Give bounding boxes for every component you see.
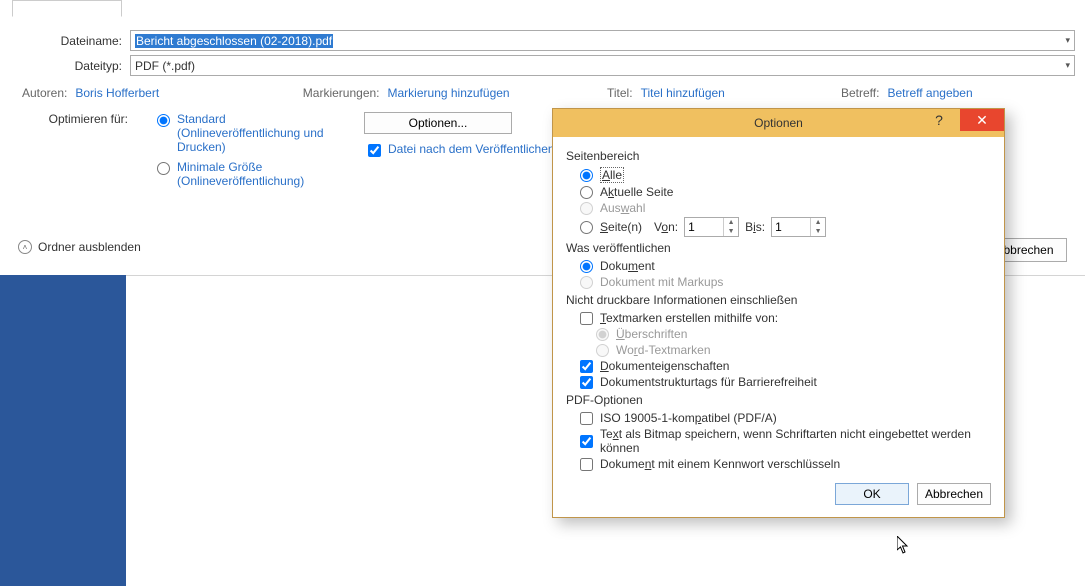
title-label: Titel: bbox=[607, 86, 633, 100]
pdfoptions-label: PDF-Optionen bbox=[566, 393, 991, 407]
pdf-encrypt-row[interactable]: Dokument mit einem Kennwort verschlüssel… bbox=[580, 457, 991, 471]
publish-label: Was veröffentlichen bbox=[566, 241, 991, 255]
pages-from-input[interactable] bbox=[685, 218, 723, 236]
filetype-label: Dateityp: bbox=[10, 59, 130, 73]
publish-document[interactable]: Dokument bbox=[580, 259, 991, 273]
bookmarks-headings-radio bbox=[596, 328, 609, 341]
structtags-checkbox-row[interactable]: Dokumentstrukturtags für Barrierefreihei… bbox=[580, 375, 991, 389]
publish-with-markup: Dokument mit Markups bbox=[580, 275, 991, 289]
pdf-bitmap-checkbox[interactable] bbox=[580, 435, 593, 448]
filename-combo[interactable]: Bericht abgeschlossen (02-2018).pdf ▾ bbox=[130, 30, 1075, 51]
tab-stub bbox=[12, 0, 122, 17]
filename-row: Dateiname: Bericht abgeschlossen (02-201… bbox=[10, 30, 1075, 51]
tags-value[interactable]: Markierung hinzufügen bbox=[388, 86, 510, 100]
optimize-standard[interactable]: Standard (Onlineveröffentlichung und Dru… bbox=[152, 112, 342, 154]
pdf-encrypt-checkbox[interactable] bbox=[580, 458, 593, 471]
close-button[interactable]: ✕ bbox=[960, 109, 1004, 131]
options-dialog-footer: OK Abbrechen bbox=[566, 483, 991, 505]
filetype-value: PDF (*.pdf) bbox=[135, 59, 195, 73]
pages-to-spin[interactable]: ▲▼ bbox=[771, 217, 826, 237]
filetype-row: Dateityp: PDF (*.pdf) ▾ bbox=[10, 55, 1075, 76]
publish-with-markup-radio bbox=[580, 276, 593, 289]
filetype-combo[interactable]: PDF (*.pdf) ▾ bbox=[130, 55, 1075, 76]
bookmarks-word: Word-Textmarken bbox=[596, 343, 991, 357]
ok-button[interactable]: OK bbox=[835, 483, 909, 505]
publish-document-radio[interactable] bbox=[580, 260, 593, 273]
nonprint-label: Nicht druckbare Informationen einschließ… bbox=[566, 293, 991, 307]
spin-down-icon[interactable]: ▼ bbox=[811, 227, 825, 236]
tags-label: Markierungen: bbox=[303, 86, 380, 100]
pagerange-all-radio[interactable] bbox=[580, 169, 593, 182]
chevron-down-icon[interactable]: ▾ bbox=[1065, 60, 1070, 71]
docprops-checkbox[interactable] bbox=[580, 360, 593, 373]
pagerange-all[interactable]: Alle bbox=[580, 167, 991, 183]
options-dialog: Optionen ? ✕ Seitenbereich Alle Aktuelle… bbox=[552, 108, 1005, 518]
authors-value[interactable]: Boris Hofferbert bbox=[75, 86, 159, 100]
optimize-radio-group: Standard (Onlineveröffentlichung und Dru… bbox=[152, 112, 342, 194]
optimize-standard-radio[interactable] bbox=[157, 114, 170, 127]
pages-from-spin[interactable]: ▲▼ bbox=[684, 217, 739, 237]
subject-label: Betreff: bbox=[841, 86, 879, 100]
bookmarks-checkbox[interactable] bbox=[580, 312, 593, 325]
title-value[interactable]: Titel hinzufügen bbox=[641, 86, 725, 100]
pdf-iso-row[interactable]: ISO 19005-1-kompatibel (PDF/A) bbox=[580, 411, 991, 425]
options-titlebar[interactable]: Optionen ? ✕ bbox=[553, 109, 1004, 137]
docprops-checkbox-row[interactable]: Dokumenteigenschaften bbox=[580, 359, 991, 373]
pagerange-current[interactable]: Aktuelle Seite bbox=[580, 185, 991, 199]
open-after-checkbox[interactable] bbox=[368, 144, 381, 157]
pdf-iso-checkbox[interactable] bbox=[580, 412, 593, 425]
structtags-checkbox[interactable] bbox=[580, 376, 593, 389]
pages-from-label: Von: bbox=[654, 220, 678, 234]
chevron-down-icon[interactable]: ▾ bbox=[1065, 35, 1070, 46]
hide-folders[interactable]: ˄ Ordner ausblenden bbox=[18, 240, 141, 254]
bookmarks-headings: Überschriften bbox=[596, 327, 991, 341]
cancel-button[interactable]: Abbrechen bbox=[917, 483, 991, 505]
spin-down-icon[interactable]: ▼ bbox=[724, 227, 738, 236]
chevron-up-icon: ˄ bbox=[18, 240, 32, 254]
spin-up-icon[interactable]: ▲ bbox=[811, 218, 825, 227]
pagerange-current-radio[interactable] bbox=[580, 186, 593, 199]
metadata-row: Autoren: Boris Hofferbert Markierungen: … bbox=[10, 86, 1075, 100]
filename-label: Dateiname: bbox=[10, 34, 130, 48]
options-body: Seitenbereich Alle Aktuelle Seite Auswah… bbox=[553, 137, 1004, 517]
subject-value[interactable]: Betreff angeben bbox=[887, 86, 972, 100]
pagerange-selection: Auswahl bbox=[580, 201, 991, 215]
pagerange-selection-radio bbox=[580, 202, 593, 215]
pages-to-input[interactable] bbox=[772, 218, 810, 236]
pages-to-label: Bis: bbox=[745, 220, 765, 234]
optimize-minimal-radio[interactable] bbox=[157, 162, 170, 175]
optimize-minimal[interactable]: Minimale Größe (Onlineveröffentlichung) bbox=[152, 160, 342, 188]
options-title-text: Optionen bbox=[754, 116, 803, 130]
pagerange-label: Seitenbereich bbox=[566, 149, 991, 163]
pagerange-pages[interactable]: Seite(n) Von: ▲▼ Bis: ▲▼ bbox=[580, 217, 991, 237]
bookmarks-word-radio bbox=[596, 344, 609, 357]
optimize-label: Optimieren für: bbox=[22, 112, 130, 126]
options-button[interactable]: Optionen... bbox=[364, 112, 512, 134]
help-button[interactable]: ? bbox=[918, 109, 960, 131]
filename-value: Bericht abgeschlossen (02-2018).pdf bbox=[135, 34, 333, 48]
word-blue-panel bbox=[0, 275, 126, 586]
authors-label: Autoren: bbox=[22, 86, 67, 100]
bookmarks-checkbox-row[interactable]: Textmarken erstellen mithilfe von: bbox=[580, 311, 991, 325]
spin-up-icon[interactable]: ▲ bbox=[724, 218, 738, 227]
pdf-bitmap-row[interactable]: Text als Bitmap speichern, wenn Schrifta… bbox=[580, 427, 991, 455]
pagerange-pages-radio[interactable] bbox=[580, 221, 593, 234]
